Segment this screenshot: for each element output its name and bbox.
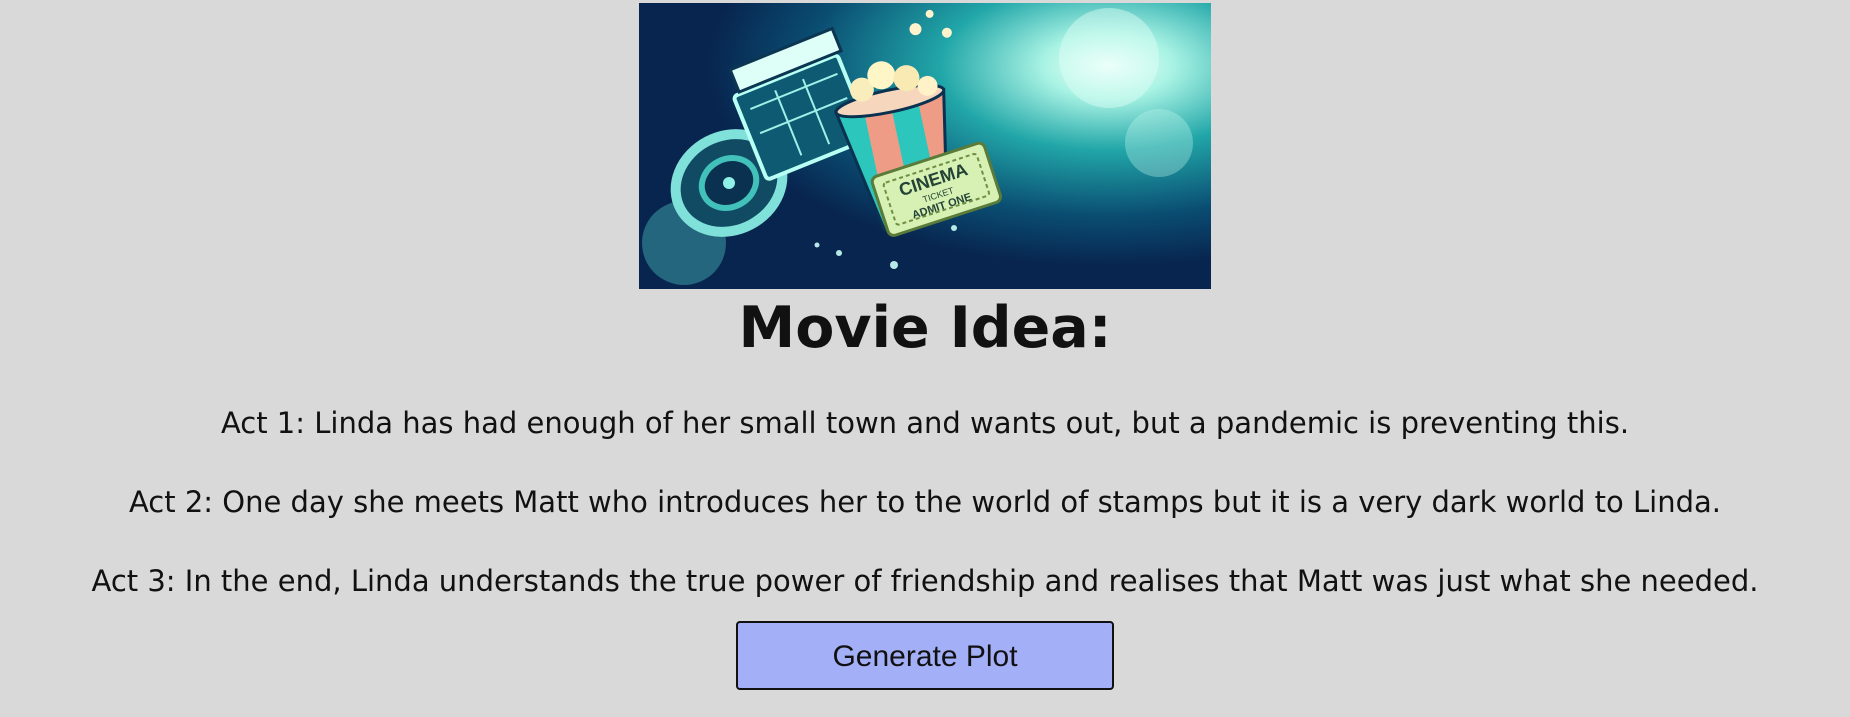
hero-cinema-image: CINEMA TICKET ADMIT ONE: [639, 3, 1211, 289]
cinema-illustration: CINEMA TICKET ADMIT ONE: [639, 3, 1211, 289]
bokeh-light: [1059, 8, 1159, 108]
act-3-text: Act 3: In the end, Linda understands the…: [91, 564, 1759, 598]
act-2-text: Act 2: One day she meets Matt who introd…: [128, 485, 1722, 519]
generate-plot-button[interactable]: Generate Plot: [736, 621, 1114, 690]
bokeh-light: [1125, 109, 1193, 177]
page-title: Movie Idea:: [738, 295, 1112, 361]
act-1-text: Act 1: Linda has had enough of her small…: [220, 406, 1630, 440]
